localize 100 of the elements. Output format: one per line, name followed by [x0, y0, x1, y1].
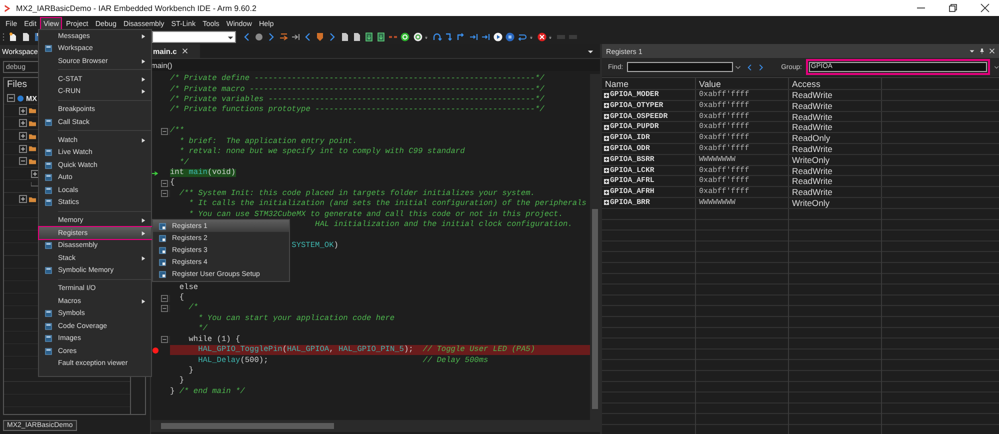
window-icon: [45, 162, 52, 169]
expand-toggle[interactable]: [604, 168, 609, 174]
submenu-arrow-icon: [141, 34, 146, 38]
window-icon: [159, 234, 166, 242]
download-icon[interactable]: [376, 32, 386, 42]
restore-icon[interactable]: [948, 3, 958, 13]
expand-toggle[interactable]: [19, 119, 27, 128]
expand-toggle[interactable]: [604, 200, 609, 206]
column-header[interactable]: Name: [605, 78, 628, 88]
expand-toggle[interactable]: [604, 157, 609, 162]
fold-toggle[interactable]: [160, 336, 168, 344]
submenu-arrow-icon: [141, 76, 146, 82]
expand-toggle[interactable]: [19, 157, 27, 166]
expand-toggle[interactable]: [19, 195, 27, 204]
window-icon: [45, 322, 52, 330]
expand-toggle[interactable]: [31, 170, 39, 178]
submenu-arrow-icon: [141, 230, 146, 236]
submenu-arrow-icon: [141, 58, 146, 64]
close-icon[interactable]: [536, 32, 547, 42]
window-icon: [45, 186, 52, 194]
arrow-bar-icon[interactable]: [290, 32, 301, 42]
register-access: ReadWrite: [792, 122, 832, 132]
column-header[interactable]: Value: [699, 78, 721, 88]
window-icon: [45, 242, 52, 250]
fold-toggle[interactable]: [160, 128, 168, 135]
register-access: ReadWrite: [792, 176, 832, 186]
step-into-icon[interactable]: [444, 32, 454, 42]
circle-icon[interactable]: [254, 32, 264, 42]
breakpoint-icon[interactable]: [152, 346, 158, 354]
project-icon: [17, 94, 24, 102]
return-icon[interactable]: [517, 32, 528, 42]
window-icon: [45, 267, 52, 274]
window-icon: [45, 174, 52, 182]
arrow-icon[interactable]: [278, 32, 289, 42]
next-icon[interactable]: [468, 32, 479, 42]
horizontal-scrollbar[interactable]: [151, 420, 600, 432]
expand-toggle[interactable]: [604, 178, 609, 184]
window-icon: [45, 348, 52, 355]
play-icon[interactable]: [492, 32, 503, 42]
caret-icon[interactable]: [994, 64, 999, 70]
step-over-icon[interactable]: [432, 32, 442, 42]
submenu-arrow-icon: [141, 89, 146, 94]
fold-toggle[interactable]: [160, 180, 168, 187]
register-access: ReadOnly: [792, 133, 830, 144]
register-access: ReadWrite: [792, 166, 832, 176]
window-icon: [45, 310, 52, 318]
stop-icon[interactable]: [505, 32, 516, 42]
logo-icon: [3, 4, 12, 12]
next-icon[interactable]: [480, 32, 491, 42]
window-icon: [45, 335, 52, 342]
column-header[interactable]: Access: [792, 78, 820, 88]
vertical-scrollbar[interactable]: [590, 74, 600, 420]
submenu-arrow-icon: [141, 218, 146, 223]
document-icon[interactable]: [21, 32, 31, 42]
fold-toggle[interactable]: [160, 294, 168, 302]
expand-toggle[interactable]: [604, 146, 609, 152]
expand-toggle[interactable]: [604, 114, 609, 120]
register-access: ReadWrite: [792, 187, 832, 198]
fold-toggle[interactable]: [160, 190, 168, 198]
window-title: MX2_IARBasicDemo - IAR Embedded Workbench IDE - Arm 9.60.2: [16, 4, 256, 12]
fold-toggle[interactable]: [160, 304, 168, 312]
expand-toggle[interactable]: [19, 106, 27, 115]
expand-toggle[interactable]: [19, 144, 27, 153]
window-icon: [45, 118, 52, 126]
expand-toggle[interactable]: [604, 136, 609, 141]
expand-toggle[interactable]: [604, 190, 609, 195]
shield-icon[interactable]: [315, 32, 326, 42]
configuration-dropdown[interactable]: [152, 31, 236, 43]
register-access: ReadWrite: [792, 144, 832, 154]
files-header: Files: [7, 79, 28, 91]
caret-icon: [227, 34, 234, 40]
step-out-icon[interactable]: [456, 32, 466, 42]
register-access: ReadWrite: [792, 100, 832, 111]
expand-toggle[interactable]: [604, 103, 609, 108]
register-access: WriteOnly: [792, 154, 830, 165]
submenu-arrow-icon: [141, 256, 146, 260]
refresh-icon[interactable]: [400, 32, 410, 42]
refresh-icon[interactable]: [412, 32, 423, 42]
window-icon: [45, 45, 52, 52]
new-file-icon[interactable]: [8, 32, 18, 42]
document-icon[interactable]: [340, 32, 350, 42]
window-icon: [159, 222, 166, 230]
expand-toggle[interactable]: [604, 92, 609, 98]
submenu-arrow-icon: [141, 138, 146, 142]
window-icon: [159, 259, 166, 266]
register-access: ReadWrite: [792, 90, 832, 100]
dropdown-icon[interactable]: [587, 48, 594, 54]
close-icon[interactable]: [980, 3, 990, 13]
window-icon: [159, 246, 166, 254]
register-access: ReadWrite: [792, 112, 832, 122]
expand-toggle[interactable]: [19, 132, 27, 140]
expand-toggle[interactable]: [604, 124, 609, 130]
pin-icon[interactable]: [979, 48, 985, 54]
expand-toggle[interactable]: [7, 94, 15, 102]
window-icon: [45, 199, 52, 206]
caret-icon: [734, 64, 741, 70]
download-icon[interactable]: [364, 32, 374, 42]
document-icon[interactable]: [352, 32, 362, 42]
register-access: WriteOnly: [792, 198, 830, 208]
dropdown-icon[interactable]: [969, 48, 975, 54]
